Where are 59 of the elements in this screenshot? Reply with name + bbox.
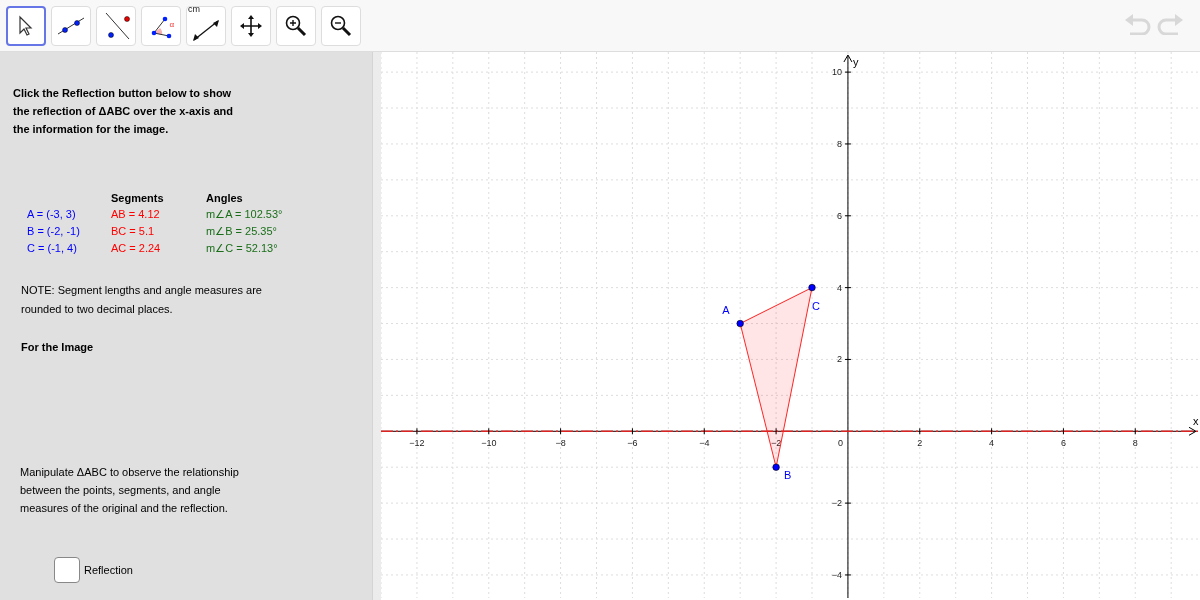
line-tool-button[interactable] — [51, 5, 91, 46]
perpendicular-tool-button[interactable] — [96, 5, 136, 46]
tick-label: 2 — [917, 438, 923, 449]
image-heading: For the Image — [21, 341, 95, 353]
tick-label: 4 — [836, 282, 842, 293]
point-coordinates: A = (-3, 3) — [26, 208, 77, 221]
column-header: Angles — [206, 192, 244, 204]
zoom-in-icon — [284, 13, 308, 38]
angle-measure: m∠C = 52.13° — [206, 242, 279, 255]
segment-length: AB = 4.12 — [111, 208, 161, 221]
checkbox-label[interactable]: Reflection — [84, 564, 133, 576]
double-arrow-icon — [191, 17, 221, 42]
tick-label: 2 — [836, 354, 842, 365]
zoom-out-icon — [329, 13, 353, 38]
pan-tool-button[interactable] — [231, 5, 271, 46]
angle-measure: m∠B = 25.35° — [206, 225, 278, 238]
angle-measure: m∠A = 102.53° — [206, 208, 284, 221]
zoom-in-tool-button[interactable] — [276, 5, 316, 46]
redo-icon — [1156, 13, 1184, 35]
tick-label: 4 — [989, 438, 995, 449]
tick-label: 8 — [836, 138, 842, 149]
alpha-label: α — [169, 19, 174, 29]
tick-label: 6 — [836, 210, 842, 221]
note-text: NOTE: Segment lengths and angle measures are rounded to two decimal places. — [21, 283, 263, 317]
segment-length: AC = 2.24 — [111, 242, 162, 255]
segment-length: BC = 5.1 — [111, 225, 156, 238]
tick-label: −4 — [831, 569, 842, 580]
x-axis-label: x — [1193, 415, 1199, 428]
instructions-text: Click the Reflection button below to show the reflection of ΔABC over the x-axis and the information for the image. — [13, 86, 234, 137]
distance-tool-button[interactable]: cm — [186, 5, 226, 46]
undo-icon — [1124, 13, 1152, 35]
tick-label: −12 — [409, 438, 425, 449]
tick-label: 6 — [1060, 438, 1066, 449]
tick-label: −6 — [627, 438, 638, 449]
move-tool-button[interactable] — [6, 5, 46, 46]
cm-label: cm — [188, 3, 200, 14]
tick-label: 10 — [831, 67, 842, 78]
point-label: C — [812, 299, 820, 312]
point-label: A — [722, 303, 730, 316]
tick-label: −10 — [481, 438, 497, 449]
tick-label: 8 — [1132, 438, 1138, 449]
manipulate-text: Manipulate ΔABC to observe the relationship between the points, segments, and angle measures of the original and the reflection. — [20, 465, 240, 516]
tick-label: −2 — [770, 438, 782, 449]
origin-label: 0 — [837, 438, 843, 449]
reflection-checkbox[interactable] — [54, 557, 80, 583]
tick-label: −4 — [699, 438, 710, 449]
column-header: Segments — [111, 192, 165, 204]
tick-label: −2 — [831, 498, 842, 509]
point[interactable] — [808, 284, 816, 292]
tick-label: −8 — [555, 438, 566, 449]
y-axis-label: y — [852, 56, 859, 68]
zoom-out-tool-button[interactable] — [321, 5, 361, 46]
point[interactable] — [772, 463, 780, 471]
angle-tool-button[interactable]: α — [141, 5, 181, 46]
point-coordinates: C = (-1, 4) — [26, 242, 78, 255]
point-coordinates: B = (-2, -1) — [26, 225, 81, 238]
point[interactable] — [736, 319, 744, 328]
point-label: B — [784, 469, 792, 482]
move-arrows-icon — [239, 13, 263, 38]
